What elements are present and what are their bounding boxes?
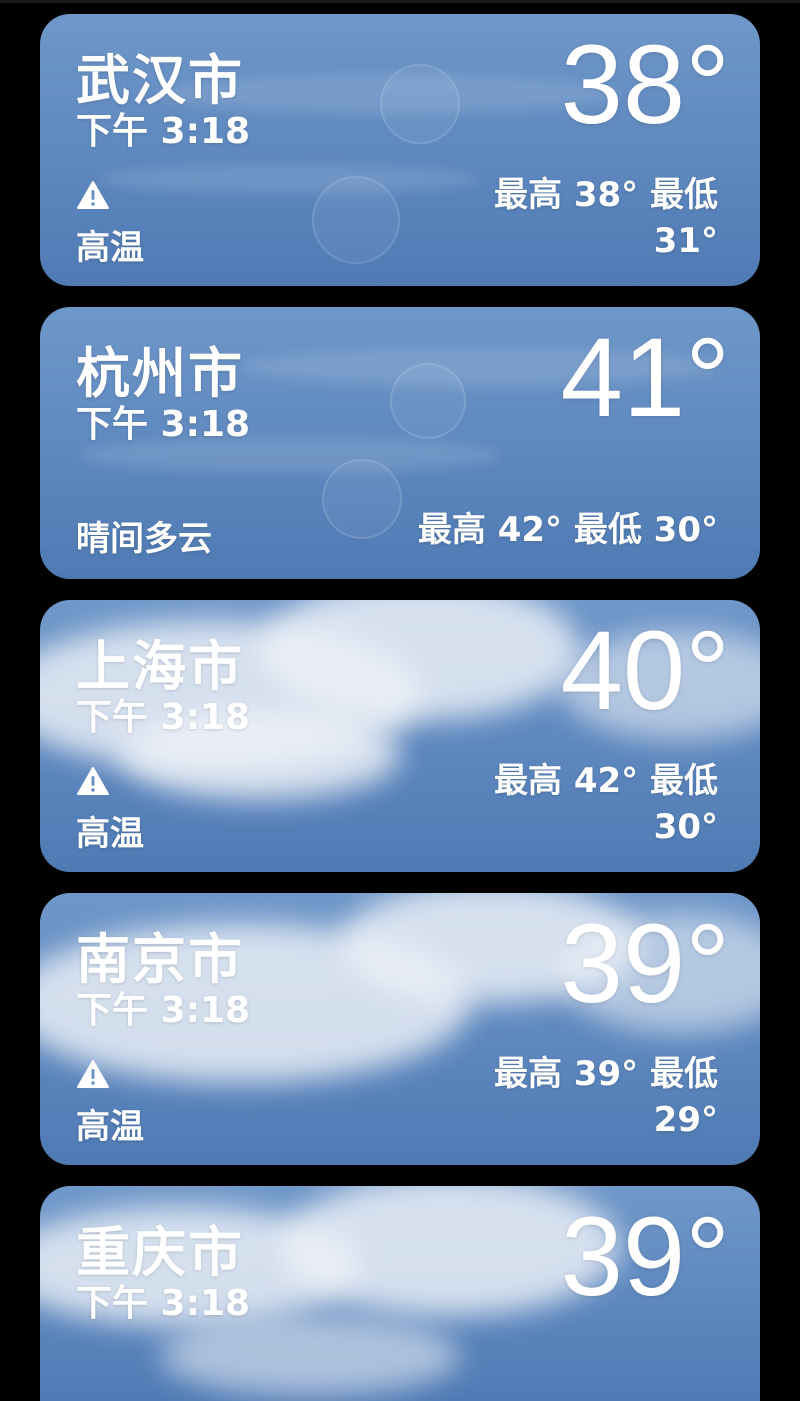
current-temperature: 38°	[560, 22, 730, 147]
city-card-nanjing[interactable]: 南京市 下午 3:18 39° 高温 最高 39° 最低 29°	[40, 893, 760, 1165]
high-low-temperature: 最高 42° 最低 30°	[494, 761, 718, 847]
local-time: 下午 3:18	[76, 1283, 251, 1324]
lens-flare	[390, 363, 466, 439]
warning-triangle-icon	[77, 1060, 109, 1088]
warning-triangle-icon	[77, 181, 109, 209]
current-temperature: 41°	[560, 315, 730, 440]
city-weather-list[interactable]: 武汉市 下午 3:18 38° 高温 最高 38° 最低 31° 杭州市 下午 …	[40, 14, 760, 1401]
city-card-wuhan[interactable]: 武汉市 下午 3:18 38° 高温 最高 38° 最低 31°	[40, 14, 760, 286]
local-time: 下午 3:18	[76, 111, 251, 152]
high-low-temperature: 最高 38° 最低 31°	[494, 175, 718, 261]
weather-condition: 高温	[76, 228, 144, 268]
city-card-shanghai[interactable]: 上海市 下午 3:18 40° 高温 最高 42° 最低 30°	[40, 600, 760, 872]
warning-triangle-icon	[77, 767, 109, 795]
city-card-hangzhou[interactable]: 杭州市 下午 3:18 41° 晴间多云 最高 42° 最低 30°	[40, 307, 760, 579]
high-low-temperature: 最高 42° 最低 30°	[417, 510, 718, 550]
current-temperature: 39°	[560, 901, 730, 1026]
sky-streak	[100, 164, 480, 194]
local-time: 下午 3:18	[76, 697, 251, 738]
weather-condition: 晴间多云	[76, 519, 212, 559]
status-divider	[0, 0, 800, 3]
high-low-temperature: 最高 39° 最低 29°	[494, 1054, 718, 1140]
city-card-chongqing[interactable]: 重庆市 下午 3:18 39°	[40, 1186, 760, 1401]
current-temperature: 40°	[560, 608, 730, 733]
lens-flare	[380, 64, 460, 144]
weather-condition: 高温	[76, 814, 144, 854]
cloud	[160, 1316, 460, 1396]
lens-flare	[312, 176, 400, 264]
current-temperature: 39°	[560, 1194, 730, 1319]
local-time: 下午 3:18	[76, 404, 251, 445]
local-time: 下午 3:18	[76, 990, 251, 1031]
weather-condition: 高温	[76, 1107, 144, 1147]
